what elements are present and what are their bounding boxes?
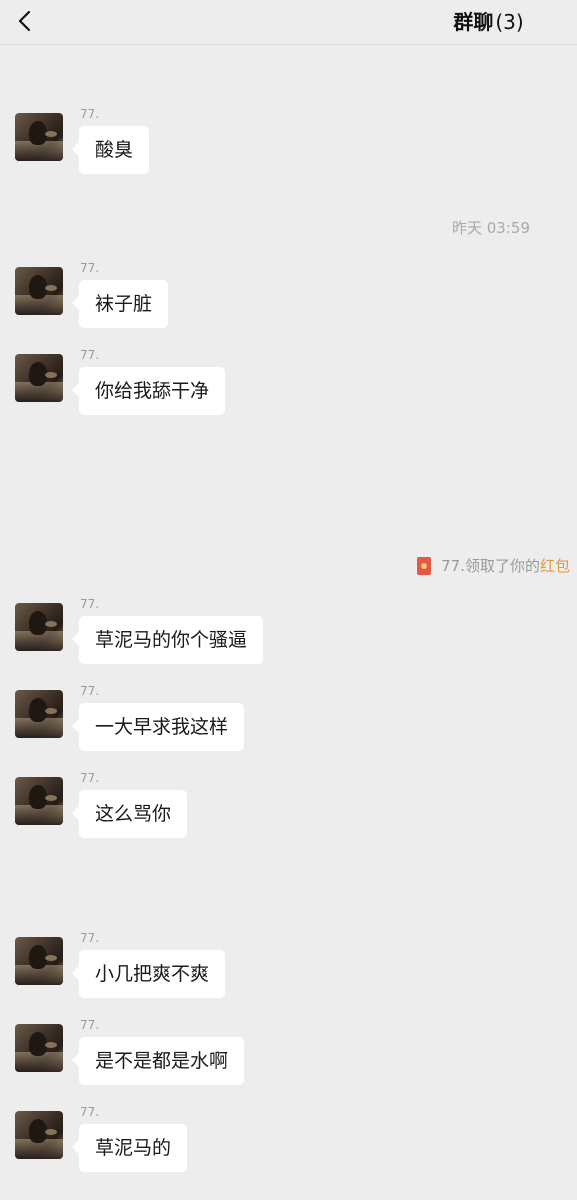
sender-name: 77. <box>80 261 100 275</box>
page-title: 群聊 (3) <box>400 8 577 36</box>
message-timestamp: 昨天 03:59 <box>452 219 530 237</box>
message-item: 77. 草泥马的你个骚逼 <box>0 597 577 683</box>
sender-name: 77. <box>80 684 100 698</box>
sender-name: 77. <box>80 771 100 785</box>
message-item: 77. 袜子脏 <box>0 261 577 347</box>
sender-name: 77. <box>80 1018 100 1032</box>
message-item: 77. 这么骂你 <box>0 771 577 857</box>
message-item: 77. 一大早求我这样 <box>0 684 577 770</box>
avatar[interactable] <box>15 603 63 651</box>
chat-header: 群聊 (3) <box>0 0 577 45</box>
message-bubble[interactable]: 一大早求我这样 <box>79 703 245 751</box>
avatar[interactable] <box>15 777 63 825</box>
avatar[interactable] <box>15 354 63 402</box>
message-bubble[interactable]: 这么骂你 <box>79 790 188 838</box>
message-item: 77. 草泥马的 <box>0 1105 577 1191</box>
message-item: 77. 小几把爽不爽 <box>0 931 577 1017</box>
member-count: (3) <box>495 10 524 34</box>
sender-name: 77. <box>80 348 100 362</box>
avatar[interactable] <box>15 937 63 985</box>
message-bubble[interactable]: 是不是都是水啊 <box>79 1037 245 1085</box>
avatar[interactable] <box>15 1111 63 1159</box>
avatar[interactable] <box>15 690 63 738</box>
message-bubble[interactable]: 你给我舔干净 <box>79 367 226 415</box>
red-packet-link[interactable]: 红包 <box>540 556 570 576</box>
message-bubble[interactable]: 草泥马的 <box>79 1124 188 1172</box>
sender-name: 77. <box>80 1105 100 1119</box>
message-bubble[interactable]: 小几把爽不爽 <box>79 950 226 998</box>
message-bubble[interactable]: 酸臭 <box>79 126 150 174</box>
chat-title: 群聊 <box>453 10 494 34</box>
message-item: 77. 你给我舔干净 <box>0 348 577 434</box>
sender-name: 77. <box>80 931 100 945</box>
red-packet-icon <box>417 557 432 575</box>
system-notice-text: 77.领取了你的 <box>441 557 540 575</box>
message-item: 77. 酸臭 <box>0 107 577 193</box>
sender-name: 77. <box>80 597 100 611</box>
message-bubble[interactable]: 草泥马的你个骚逼 <box>79 616 264 664</box>
avatar[interactable] <box>15 113 63 161</box>
avatar[interactable] <box>15 1024 63 1072</box>
message-item: 77. 是不是都是水啊 <box>0 1018 577 1104</box>
avatar[interactable] <box>15 267 63 315</box>
system-notice: 77.领取了你的 红包 <box>417 556 570 576</box>
chevron-left-icon[interactable] <box>12 6 40 36</box>
sender-name: 77. <box>80 107 100 121</box>
message-bubble[interactable]: 袜子脏 <box>79 280 169 328</box>
